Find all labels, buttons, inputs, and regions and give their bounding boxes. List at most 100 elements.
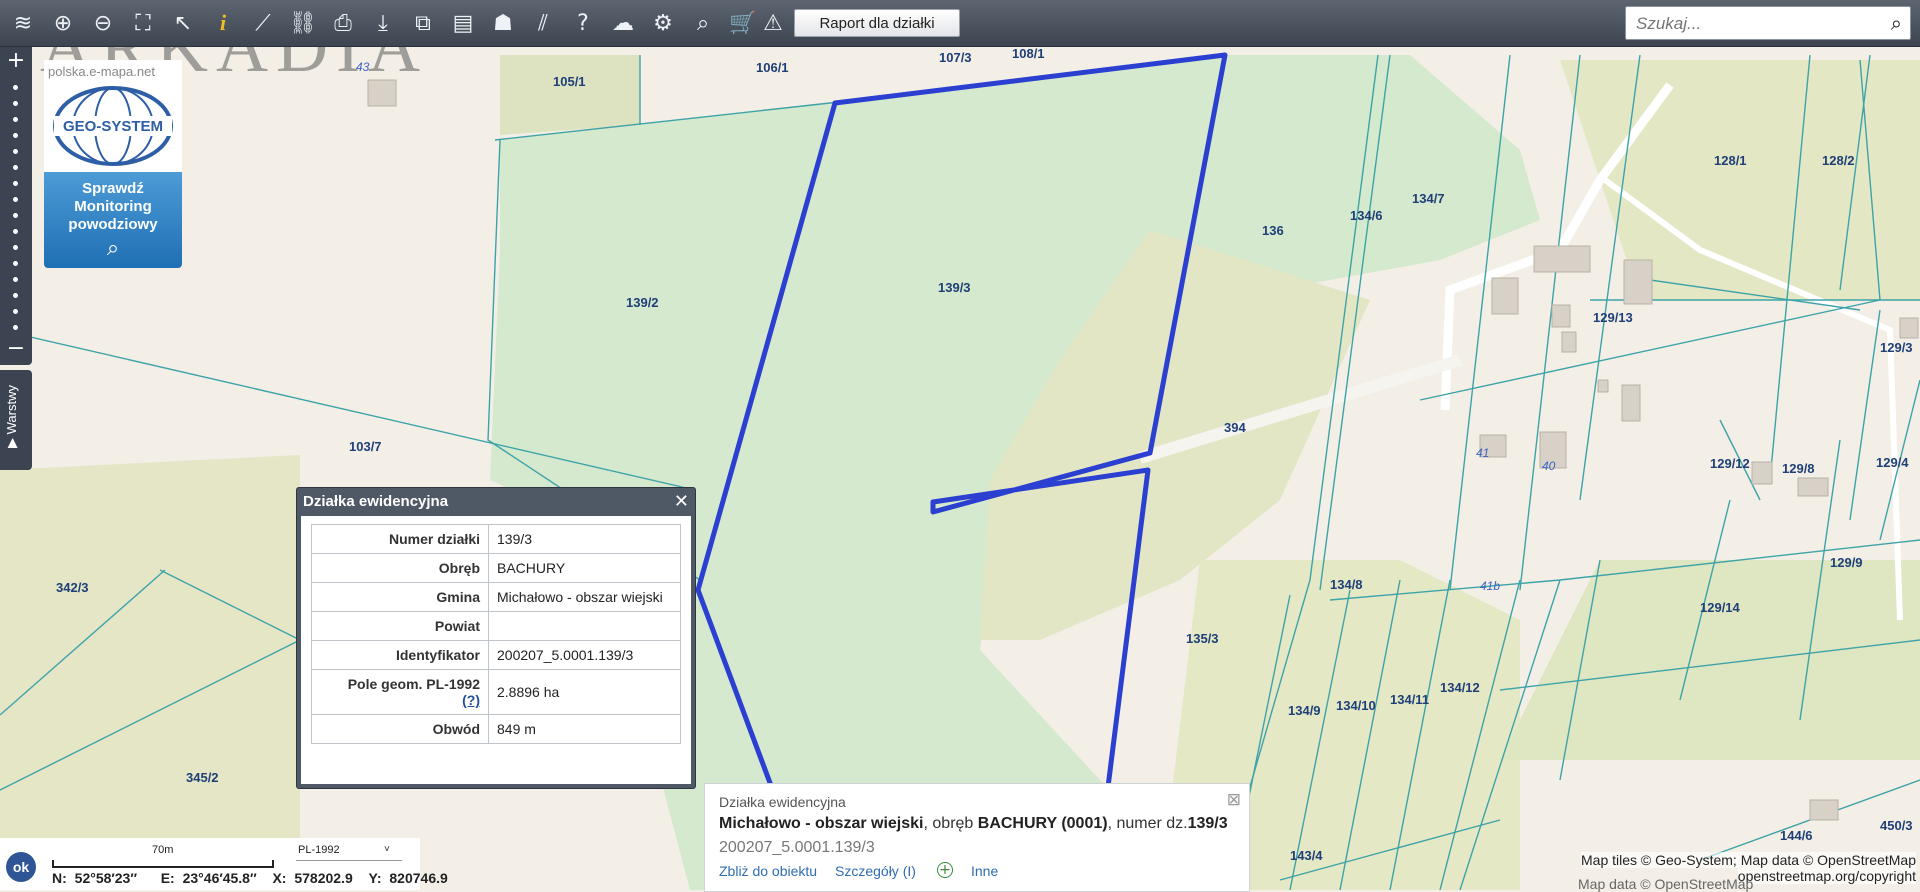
pointer-icon[interactable]: ↖ xyxy=(166,6,200,40)
zoom-level-dot[interactable] xyxy=(13,245,18,250)
hatch-icon[interactable]: ⫽ xyxy=(526,6,560,40)
zoom-level-dot[interactable] xyxy=(13,229,18,234)
cloud-icon[interactable]: ☁ xyxy=(606,6,640,40)
attr-value: 2.8896 ha xyxy=(488,669,681,715)
promo-logo-area: polska.e-mapa.net GEO-SYSTEM xyxy=(44,60,182,172)
search-box[interactable]: ⌕ xyxy=(1625,6,1911,40)
attr-key: Gmina xyxy=(311,582,489,612)
coordinate-bar: ok 70m PL-1992 ˅ N: 52°58′23″ E: 23°46′4… xyxy=(0,838,448,890)
settings-icon[interactable]: ⚙ xyxy=(646,6,680,40)
coord-n: N: 52°58′23″ xyxy=(52,870,138,886)
zoom-level-dot[interactable] xyxy=(13,293,18,298)
address-label: 41 xyxy=(1476,446,1489,460)
zoom-plus-button[interactable]: + xyxy=(6,50,26,72)
zoom-level-dot[interactable] xyxy=(13,213,18,218)
search-icon[interactable]: ⌕ xyxy=(1891,11,1902,35)
zoom-level-dot[interactable] xyxy=(13,325,18,330)
parcel-label: 134/8 xyxy=(1330,577,1363,592)
layers-tab[interactable]: ▶ Warstwy xyxy=(0,370,32,470)
parcel-label: 108/1 xyxy=(1012,47,1045,61)
zoom-level-dot[interactable] xyxy=(13,165,18,170)
promo-banner[interactable]: polska.e-mapa.net GEO-SYSTEM Sprawdź Mon… xyxy=(44,60,182,268)
parcel-info-popup[interactable]: Działka ewidencyjna ✕ Numer działki 139/3… xyxy=(296,487,696,789)
parcel-label: 107/3 xyxy=(939,50,972,65)
flood-monitoring-link[interactable]: Sprawdź Monitoring powodziowy ⌕ xyxy=(44,172,182,268)
area-icon[interactable]: ☗ xyxy=(486,6,520,40)
warning-road-icon[interactable]: ⚠ xyxy=(756,6,790,40)
report-button[interactable]: Raport dla działki xyxy=(794,9,960,37)
zoom-level-dot[interactable] xyxy=(13,181,18,186)
help-icon[interactable]: ? xyxy=(566,6,600,40)
parcel-label: 134/11 xyxy=(1390,692,1429,707)
parcel-label: 394 xyxy=(1224,420,1246,435)
zoom-extent-icon[interactable]: ⛶ xyxy=(126,6,160,40)
info-sep: , numer dz. xyxy=(1107,815,1188,832)
crs-select[interactable]: PL-1992 xyxy=(298,844,340,856)
info-gmina: Michałowo - obszar wiejski xyxy=(719,815,924,832)
details-link[interactable]: Szczegóły (I) xyxy=(835,863,916,879)
map-attribution-link[interactable]: openstreetmap.org/copyright xyxy=(1737,868,1916,884)
zoom-level-dot[interactable] xyxy=(13,101,18,106)
layers-tab-label: ▶ Warstwy xyxy=(4,385,19,448)
cart-icon[interactable]: 🛒 xyxy=(726,6,760,40)
selection-info-panel: Działka ewidencyjna ⊠ Michałowo - obszar… xyxy=(704,783,1250,892)
parcel-label: 129/3 xyxy=(1880,340,1913,355)
zoom-level-dot[interactable] xyxy=(13,277,18,282)
attr-value: 849 m xyxy=(488,714,681,744)
map-attribution: Map tiles © Geo-System; Map data © OpenS… xyxy=(1581,852,1916,868)
parcel-label: 134/7 xyxy=(1412,191,1445,206)
table-row: Obwód 849 m xyxy=(311,714,681,744)
parcel-label: 450/3 xyxy=(1880,818,1913,833)
attr-key: Identyfikator xyxy=(311,640,489,670)
zoom-level-dot[interactable] xyxy=(13,197,18,202)
zoom-level-dot[interactable] xyxy=(13,149,18,154)
zoom-level-dot[interactable] xyxy=(13,85,18,90)
download-icon[interactable]: ⤓ xyxy=(366,6,400,40)
parcel-label: 139/2 xyxy=(626,295,659,310)
zoom-level-dot[interactable] xyxy=(13,117,18,122)
coord-x: X: 578202.9 xyxy=(272,870,353,886)
popup-body: Numer działki 139/3 Obręb BACHURY Gmina Mic… xyxy=(301,516,691,784)
zoom-slider[interactable]: + − xyxy=(0,47,32,365)
zoom-out-icon[interactable]: ⊖ xyxy=(86,6,120,40)
search-map-icon[interactable]: ⌕ xyxy=(686,6,720,40)
table-row: Powiat xyxy=(311,611,681,641)
measure-distance-icon[interactable]: ⟋ xyxy=(246,6,280,40)
zoom-level-dot[interactable] xyxy=(13,133,18,138)
close-icon[interactable]: ⊠ xyxy=(1227,790,1241,810)
zoom-level-dot[interactable] xyxy=(13,309,18,314)
help-link[interactable]: (?) xyxy=(462,692,480,708)
parcel-label: 134/9 xyxy=(1288,703,1321,718)
info-icon[interactable]: i xyxy=(206,6,240,40)
ok-button[interactable]: ok xyxy=(6,852,36,882)
info-sep: , obręb xyxy=(923,815,978,832)
parcel-label: 106/1 xyxy=(756,60,789,75)
zoom-to-object-link[interactable]: Zbliż do obiektu xyxy=(719,863,817,879)
chevron-down-icon[interactable]: ˅ xyxy=(384,844,390,855)
other-link[interactable]: Inne xyxy=(971,863,998,879)
search-input[interactable] xyxy=(1634,11,1878,37)
close-icon[interactable]: ✕ xyxy=(674,491,689,512)
zoom-minus-button[interactable]: − xyxy=(6,338,26,360)
map-canvas[interactable]: 106/1 107/3 108/1 105/1 139/2 139/3 136 … xyxy=(0,47,1920,890)
zoom-level-dot[interactable] xyxy=(13,261,18,266)
popup-title: Działka ewidencyjna xyxy=(303,493,449,510)
attr-key: Powiat xyxy=(311,611,489,641)
measure-link-icon[interactable]: ⛓ xyxy=(286,6,320,40)
parcel-label: 129/9 xyxy=(1830,555,1863,570)
attr-key-label: Pole geom. PL-1992 xyxy=(347,676,480,692)
parcel-label: 144/6 xyxy=(1780,828,1813,843)
info-numer: 139/3 xyxy=(1187,815,1228,832)
attr-key: Obwód xyxy=(311,714,489,744)
attr-value xyxy=(488,611,681,641)
parcel-label: 129/8 xyxy=(1782,461,1815,476)
zoom-in-icon[interactable]: ⊕ xyxy=(46,6,80,40)
layer-select-icon[interactable]: ⧉ xyxy=(406,6,440,40)
layout-icon[interactable]: ▤ xyxy=(446,6,480,40)
print-icon[interactable]: ⎙ xyxy=(326,6,360,40)
parcel-label: 105/1 xyxy=(553,74,586,89)
layers-icon[interactable]: ≋ xyxy=(6,6,40,40)
table-row: Identyfikator 200207_5.0001.139/3 xyxy=(311,640,681,670)
plus-icon[interactable]: + xyxy=(937,862,953,878)
info-identifier: 200207_5.0001.139/3 xyxy=(719,839,875,856)
